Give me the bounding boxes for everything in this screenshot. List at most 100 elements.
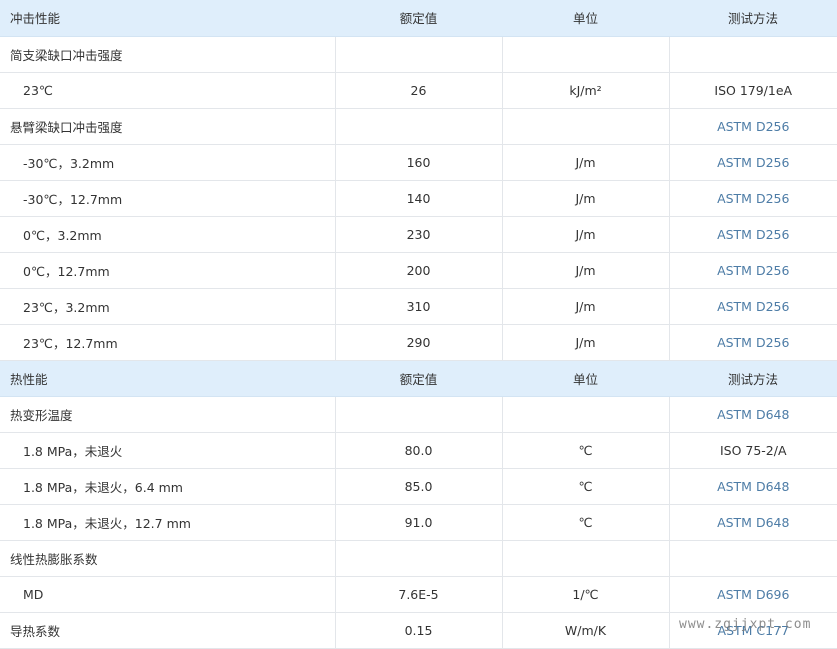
property-value: 140: [335, 180, 503, 217]
test-method-link[interactable]: ASTM D256: [717, 191, 789, 206]
section-header: 冲击性能 额定值 单位 测试方法: [0, 0, 837, 37]
property-value: 26: [335, 72, 503, 109]
table-row: 简支梁缺口冲击强度: [0, 36, 837, 73]
test-method-text: ISO 75-2/A: [719, 442, 787, 458]
property-unit: [502, 396, 670, 433]
property-value: 80.0: [335, 432, 503, 469]
property-unit: J/m: [502, 252, 670, 289]
table-row: 1.8 MPa，未退火，12.7 mm 91.0 ℃ ASTM D648: [0, 504, 837, 541]
test-method-link[interactable]: ASTM D256: [717, 155, 789, 170]
test-method-cell: [669, 36, 837, 73]
table-row: MD 7.6E-5 1/℃ ASTM D696: [0, 576, 837, 613]
property-unit: kJ/m²: [502, 72, 670, 109]
table-row: -30℃，12.7mm 140 J/m ASTM D256: [0, 180, 837, 217]
test-method-link[interactable]: ASTM D648: [717, 515, 789, 530]
test-method-link[interactable]: ASTM D256: [717, 227, 789, 242]
test-method-text: ISO 179/1eA: [714, 82, 793, 98]
spec-table-body: 冲击性能 额定值 单位 测试方法 简支梁缺口冲击强度 23℃ 26 kJ/m² ISO 179/…: [0, 0, 837, 649]
property-label: 热变形温度: [0, 396, 336, 433]
property-label: 23℃: [0, 72, 336, 109]
test-method-link[interactable]: ASTM D648: [717, 479, 789, 494]
test-method-link[interactable]: ASTM D256: [717, 335, 789, 350]
test-method-cell: ASTM D256: [669, 324, 837, 361]
test-method-link[interactable]: ASTM D256: [717, 299, 789, 314]
test-method-cell: ISO 75-2/A: [669, 432, 837, 469]
property-label: MD: [0, 576, 336, 613]
property-value: 200: [335, 252, 503, 289]
property-unit: 1/℃: [502, 576, 670, 613]
test-method-cell: ASTM D256: [669, 144, 837, 181]
property-value: 230: [335, 216, 503, 253]
value-header: 额定值: [335, 0, 502, 37]
test-method-cell: ASTM D256: [669, 180, 837, 217]
property-value: 7.6E-5: [335, 576, 503, 613]
property-value: 85.0: [335, 468, 503, 505]
table-row: 23℃，3.2mm 310 J/m ASTM D256: [0, 288, 837, 325]
method-header: 测试方法: [669, 360, 837, 397]
property-unit: ℃: [502, 504, 670, 541]
unit-header: 单位: [502, 0, 669, 37]
test-method-link[interactable]: ASTM D256: [717, 263, 789, 278]
property-label: 0℃，3.2mm: [0, 216, 336, 253]
watermark: www.zgjjxpt.com: [679, 617, 812, 632]
property-value: 0.15: [335, 612, 503, 649]
property-label: 简支梁缺口冲击强度: [0, 36, 336, 73]
test-method-cell: ASTM D256: [669, 288, 837, 325]
property-unit: J/m: [502, 324, 670, 361]
property-value: [335, 396, 503, 433]
property-label: 23℃，3.2mm: [0, 288, 336, 325]
property-label: 导热系数: [0, 612, 336, 649]
spec-table: 冲击性能 额定值 单位 测试方法 简支梁缺口冲击强度 23℃ 26 kJ/m² ISO 179/…: [0, 0, 837, 649]
section-header: 热性能 额定值 单位 测试方法: [0, 360, 837, 397]
method-header: 测试方法: [669, 0, 837, 37]
test-method-link[interactable]: ASTM D256: [717, 119, 789, 134]
property-value: 310: [335, 288, 503, 325]
property-unit: ℃: [502, 432, 670, 469]
table-row: 线性热膨胀系数: [0, 540, 837, 577]
property-label: 0℃，12.7mm: [0, 252, 336, 289]
test-method-link[interactable]: ASTM D648: [717, 407, 789, 422]
property-label: 悬臂梁缺口冲击强度: [0, 108, 336, 145]
table-row: -30℃，3.2mm 160 J/m ASTM D256: [0, 144, 837, 181]
test-method-cell: ASTM D648: [669, 468, 837, 505]
value-header: 额定值: [335, 360, 502, 397]
table-row: 热变形温度 ASTM D648: [0, 396, 837, 433]
property-unit: [502, 108, 670, 145]
test-method-cell: [669, 540, 837, 577]
property-unit: J/m: [502, 288, 670, 325]
table-row: 1.8 MPa，未退火 80.0 ℃ ISO 75-2/A: [0, 432, 837, 469]
property-label: -30℃，12.7mm: [0, 180, 336, 217]
table-row: 1.8 MPa，未退火，6.4 mm 85.0 ℃ ASTM D648: [0, 468, 837, 505]
table-row: 0℃，3.2mm 230 J/m ASTM D256: [0, 216, 837, 253]
property-label: 1.8 MPa，未退火，12.7 mm: [0, 504, 336, 541]
section-title: 冲击性能: [0, 0, 335, 37]
unit-header: 单位: [502, 360, 669, 397]
property-value: [335, 540, 503, 577]
property-value: 160: [335, 144, 503, 181]
property-label: 23℃，12.7mm: [0, 324, 336, 361]
test-method-cell: ASTM D696: [669, 576, 837, 613]
property-value: [335, 36, 503, 73]
table-row: 23℃，12.7mm 290 J/m ASTM D256: [0, 324, 837, 361]
property-unit: J/m: [502, 180, 670, 217]
test-method-cell: ASTM D648: [669, 504, 837, 541]
property-unit: J/m: [502, 216, 670, 253]
property-unit: J/m: [502, 144, 670, 181]
property-value: 290: [335, 324, 503, 361]
test-method-link[interactable]: ASTM D696: [717, 587, 789, 602]
property-label: 线性热膨胀系数: [0, 540, 336, 577]
table-row: 23℃ 26 kJ/m² ISO 179/1eA: [0, 72, 837, 109]
property-label: 1.8 MPa，未退火: [0, 432, 336, 469]
test-method-cell: ASTM D256: [669, 108, 837, 145]
property-label: -30℃，3.2mm: [0, 144, 336, 181]
section-title: 热性能: [0, 360, 335, 397]
property-label: 1.8 MPa，未退火，6.4 mm: [0, 468, 336, 505]
test-method-cell: ISO 179/1eA: [669, 72, 837, 109]
property-unit: [502, 540, 670, 577]
test-method-cell: ASTM D256: [669, 252, 837, 289]
property-unit: [502, 36, 670, 73]
table-row: 悬臂梁缺口冲击强度 ASTM D256: [0, 108, 837, 145]
test-method-cell: ASTM D256: [669, 216, 837, 253]
property-value: [335, 108, 503, 145]
property-unit: W/m/K: [502, 612, 670, 649]
